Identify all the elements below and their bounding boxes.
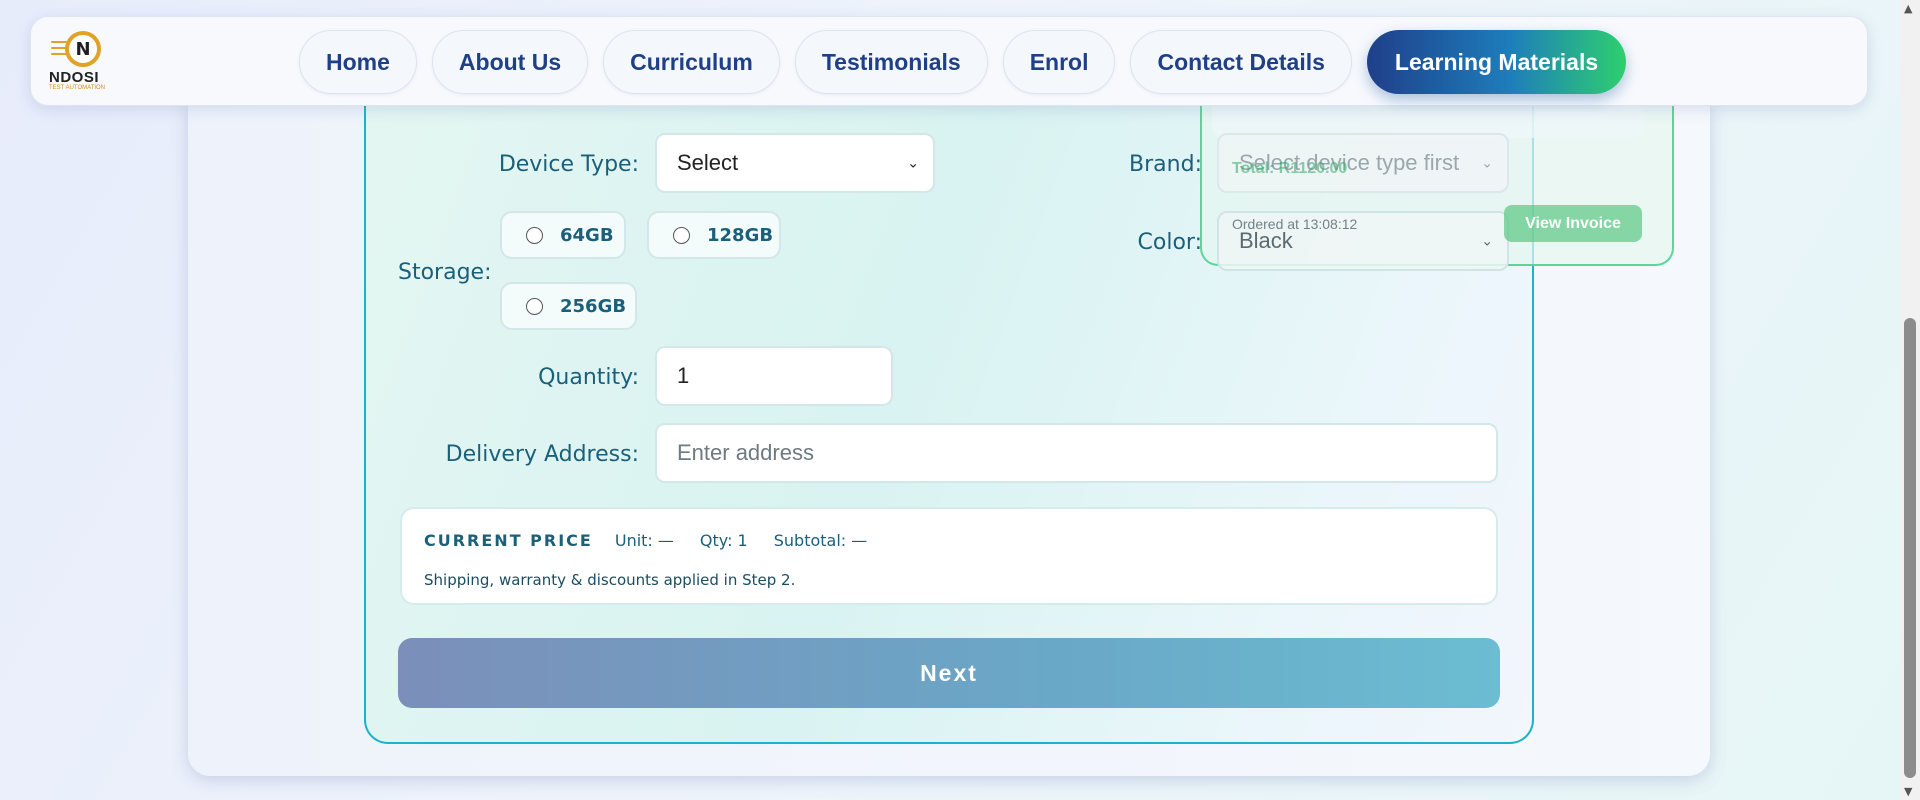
storage-option-label: 256GB xyxy=(560,295,627,317)
price-title: CURRENT PRICE xyxy=(424,531,593,550)
logo-word: NDOSI xyxy=(49,69,100,86)
storage-option-64gb[interactable]: 64GB xyxy=(500,211,626,259)
radio-icon xyxy=(673,226,690,244)
chevron-down-icon: ⌄ xyxy=(1481,232,1493,249)
storage-label: Storage: xyxy=(398,260,492,285)
current-price-box: CURRENT PRICE Unit: — Qty: 1 Subtotal: —… xyxy=(400,507,1498,605)
price-summary-row: CURRENT PRICE Unit: — Qty: 1 Subtotal: — xyxy=(424,531,893,550)
nav-links: Home About Us Curriculum Testimonials En… xyxy=(299,30,1627,94)
scroll-up-arrow-icon[interactable]: ▲ xyxy=(1904,2,1912,15)
nav-home[interactable]: Home xyxy=(299,30,417,94)
chevron-down-icon: ⌄ xyxy=(1481,154,1493,171)
scroll-thumb[interactable] xyxy=(1904,318,1916,778)
ndosi-logo[interactable]: N NDOSI TEST AUTOMATION xyxy=(47,31,111,93)
delivery-address-placeholder: Enter address xyxy=(677,440,814,465)
storage-option-label: 128GB xyxy=(707,224,774,246)
nav-learning-materials[interactable]: Learning Materials xyxy=(1366,30,1627,94)
logo-tagline: TEST AUTOMATION xyxy=(49,85,106,91)
next-button[interactable]: Next xyxy=(398,638,1500,708)
logo-initial: N xyxy=(65,31,101,67)
device-type-value: Select xyxy=(677,150,739,175)
view-invoice-button[interactable]: View Invoice xyxy=(1504,205,1642,242)
order-timestamp: Ordered at 13:08:12 xyxy=(1232,216,1358,232)
storage-option-256gb[interactable]: 256GB xyxy=(500,282,637,330)
order-total: Total: R1120.00 xyxy=(1232,160,1348,177)
nav-enrol[interactable]: Enrol xyxy=(1002,30,1116,94)
device-type-select[interactable]: Select ⌄ xyxy=(655,133,935,193)
price-qty: Qty: 1 xyxy=(699,531,748,550)
scroll-down-arrow-icon[interactable]: ▼ xyxy=(1904,785,1912,798)
page-scrollbar[interactable]: ▲ ▼ xyxy=(1900,0,1920,800)
chevron-down-icon: ⌄ xyxy=(907,154,919,171)
device-type-label: Device Type: xyxy=(498,152,639,177)
nav-contact-details[interactable]: Contact Details xyxy=(1130,30,1352,94)
price-unit: Unit: — xyxy=(614,531,674,550)
storage-option-128gb[interactable]: 128GB xyxy=(647,211,781,259)
delivery-address-input[interactable]: Enter address xyxy=(655,423,1498,483)
radio-icon xyxy=(526,297,543,315)
price-subtotal: Subtotal: — xyxy=(773,531,868,550)
quantity-value: 1 xyxy=(677,363,690,388)
quantity-input[interactable]: 1 xyxy=(655,346,893,406)
nav-curriculum[interactable]: Curriculum xyxy=(603,30,780,94)
color-label: Color: xyxy=(1137,230,1202,255)
quantity-label: Quantity: xyxy=(538,365,639,390)
brand-label: Brand: xyxy=(1129,152,1202,177)
top-navbar: N NDOSI TEST AUTOMATION Home About Us Cu… xyxy=(30,16,1868,106)
nav-testimonials[interactable]: Testimonials xyxy=(794,30,988,94)
storage-option-label: 64GB xyxy=(560,224,614,246)
delivery-address-label: Delivery Address: xyxy=(445,442,639,467)
nav-about-us[interactable]: About Us xyxy=(431,30,589,94)
price-note: Shipping, warranty & discounts applied i… xyxy=(424,571,796,589)
radio-icon xyxy=(526,226,543,244)
